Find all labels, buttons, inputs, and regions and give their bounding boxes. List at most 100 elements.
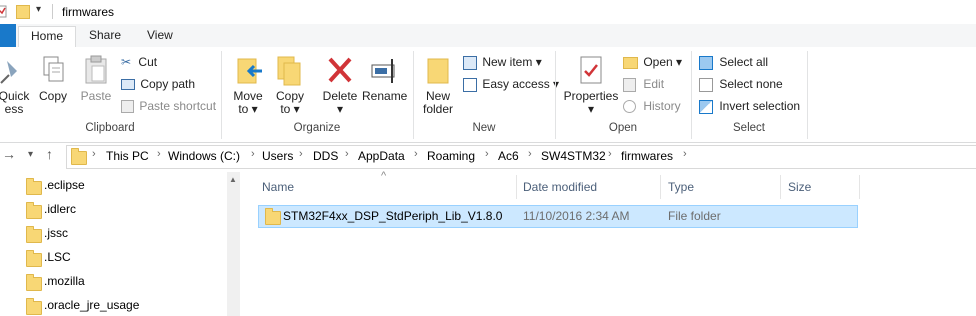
properties-button[interactable]: Properties ▾ [562,55,620,116]
column-divider[interactable] [660,175,661,199]
nav-item[interactable]: .idlerc [26,200,236,220]
delete-icon [328,57,352,83]
nav-item[interactable]: .eclipse [26,176,236,196]
qat-dropdown-icon[interactable]: ▾ [36,4,41,15]
breadcrumb-windows-c[interactable]: Windows (C:) [168,149,240,163]
copy-path-button[interactable]: Copy path [121,77,195,91]
scroll-up-arrow-icon[interactable]: ▲ [229,175,237,184]
nav-scrollbar[interactable] [227,172,240,316]
breadcrumb-this-pc[interactable]: This PC [106,149,149,163]
paste-icon [85,55,107,84]
chevron-right-icon[interactable]: › [528,148,532,160]
breadcrumb-sw4stm32[interactable]: SW4STM32 [541,149,606,163]
new-item-button[interactable]: New item ▾ [463,55,542,70]
file-name[interactable]: STM32F4xx_DSP_StdPeriph_Lib_V1.8.0 [283,209,502,223]
column-header-name[interactable]: Name [262,180,294,200]
chevron-right-icon[interactable]: › [485,148,489,160]
file-tab[interactable] [0,24,16,47]
folder-icon[interactable] [16,5,30,19]
copy-to-label: Copy to ▾ [275,89,304,116]
new-folder-icon [427,58,449,84]
address-folder-icon [71,148,87,165]
file-type: File folder [668,209,721,223]
forward-arrow-icon[interactable]: → [2,146,16,162]
breadcrumb-users[interactable]: Users [262,149,293,163]
properties-label: Properties ▾ [563,89,619,116]
copy-path-label: Copy path [140,77,196,91]
rename-icon [371,59,395,83]
nav-item[interactable]: .LSC [26,248,236,268]
select-all-button[interactable]: Select all [699,55,768,70]
nav-item-label: .LSC [44,250,71,264]
select-all-label: Select all [719,55,769,69]
edit-button[interactable]: Edit [623,77,664,92]
paste-label: Paste [80,89,112,103]
chevron-right-icon[interactable]: › [683,148,687,160]
new-folder-button[interactable]: New folder [420,55,456,116]
invert-selection-label: Invert selection [719,99,801,113]
chevron-right-icon[interactable]: › [608,148,612,160]
copy-label: Copy [38,89,67,103]
paste-shortcut-button[interactable]: Paste shortcut [121,99,216,114]
column-header-size[interactable]: Size [788,180,811,200]
up-arrow-icon[interactable]: ↑ [46,146,53,162]
nav-item-label: .eclipse [44,178,85,192]
group-separator [807,51,808,139]
folder-icon [26,274,42,291]
move-to-button[interactable]: Move to ▾ [230,55,266,116]
cut-button[interactable]: ✂ Cut [121,55,157,69]
select-all-icon [699,55,713,70]
copy-button[interactable]: Copy [36,55,70,103]
chevron-right-icon[interactable]: › [92,148,96,160]
pin-quick-access-button[interactable]: Quick ess [0,55,34,116]
delete-button[interactable]: Delete ▾ [320,55,360,116]
chevron-right-icon[interactable]: › [299,148,303,160]
clipboard-group-label: Clipboard [85,122,135,134]
move-to-label: Move to ▾ [233,89,263,116]
chevron-right-icon[interactable]: › [345,148,349,160]
invert-selection-icon [699,99,713,114]
sort-ascending-icon: ^ [381,170,387,182]
open-group-label: Open [608,122,638,134]
nav-item[interactable]: .mozilla [26,272,236,292]
column-divider[interactable] [780,175,781,199]
history-button[interactable]: History [623,99,681,114]
copy-to-button[interactable]: Copy to ▾ [272,55,308,116]
chevron-right-icon[interactable]: › [157,148,161,160]
paste-button[interactable]: Paste [79,55,113,103]
column-header-date-modified[interactable]: Date modified [523,180,597,200]
pin-icon [0,61,17,84]
recent-locations-icon[interactable]: ▾ [28,149,33,160]
new-item-label: New item ▾ [482,55,542,69]
easy-access-button[interactable]: Easy access ▾ [463,77,559,92]
folder-icon [265,208,281,225]
breadcrumb-firmwares[interactable]: firmwares [621,149,673,163]
breadcrumb-dds[interactable]: DDS [313,149,338,163]
cut-label: Cut [138,55,158,69]
column-header-type[interactable]: Type [668,180,694,200]
window-title: firmwares [62,5,115,19]
rename-button[interactable]: Rename [362,55,407,103]
history-label: History [643,99,681,113]
column-divider[interactable] [859,175,860,199]
nav-item[interactable]: .oracle_jre_usage [26,296,236,316]
properties-icon [580,56,602,84]
breadcrumb-appdata[interactable]: AppData [358,149,405,163]
breadcrumb-ac6[interactable]: Ac6 [498,149,519,163]
open-label: Open ▾ [643,55,683,69]
open-button[interactable]: Open ▾ [623,55,682,69]
copy-path-icon [121,79,135,91]
tab-share[interactable]: Share [89,26,121,47]
invert-selection-button[interactable]: Invert selection [699,99,800,114]
scissors-icon: ✂ [121,55,132,69]
tab-view[interactable]: View [147,26,173,47]
tab-home[interactable]: Home [18,26,77,49]
new-folder-label: New folder [422,89,454,116]
nav-item[interactable]: .jssc [26,224,236,244]
chevron-right-icon[interactable]: › [414,148,418,160]
select-none-button[interactable]: Select none [699,77,783,92]
breadcrumb-roaming[interactable]: Roaming [427,149,475,163]
chevron-right-icon[interactable]: › [251,148,255,160]
move-to-icon [237,58,262,84]
column-divider[interactable] [516,175,517,199]
